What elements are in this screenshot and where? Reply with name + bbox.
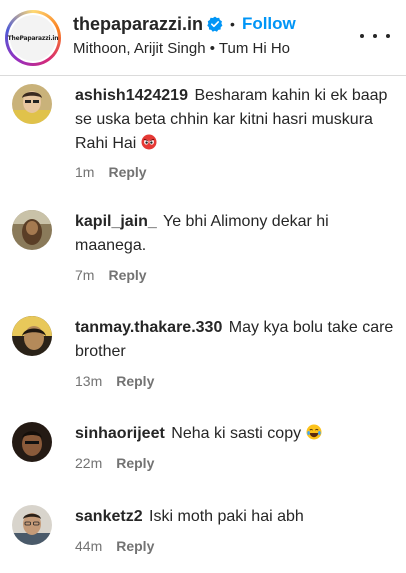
verified-badge-icon xyxy=(207,16,223,32)
laughing-tears-emoji-icon xyxy=(306,424,322,440)
comment-timestamp: 1m xyxy=(75,164,95,180)
profile-avatar[interactable]: ThePaparazzi.in xyxy=(5,10,61,66)
reply-button[interactable]: Reply xyxy=(116,373,154,389)
avatar-photo-icon xyxy=(12,84,52,124)
avatar-photo-icon xyxy=(12,316,52,356)
commenter-avatar[interactable] xyxy=(12,84,52,124)
header-title-row: thepaparazzi.in • Follow xyxy=(73,12,296,36)
comment-username[interactable]: kapil_jain_ xyxy=(75,213,157,230)
reply-button[interactable]: Reply xyxy=(108,164,146,180)
account-username[interactable]: thepaparazzi.in xyxy=(73,14,203,35)
comment-timestamp: 44m xyxy=(75,538,103,554)
reply-button[interactable]: Reply xyxy=(116,538,154,554)
reply-button[interactable]: Reply xyxy=(116,455,154,471)
avatar-photo-icon xyxy=(12,210,52,250)
commenter-avatar[interactable] xyxy=(12,505,52,545)
commenter-avatar[interactable] xyxy=(12,316,52,356)
avatar-photo-icon xyxy=(12,505,52,545)
comment-timestamp: 22m xyxy=(75,455,103,471)
reply-button[interactable]: Reply xyxy=(108,267,146,283)
angry-eyes-emoji-icon xyxy=(141,134,157,150)
commenter-avatar[interactable] xyxy=(12,422,52,462)
separator-dot: • xyxy=(230,16,235,32)
post-header: ThePaparazzi.in thepaparazzi.in • Follow… xyxy=(0,0,406,76)
comment-text: Iski moth paki hai abh xyxy=(149,508,304,525)
more-options-icon[interactable] xyxy=(360,26,390,46)
commenter-avatar[interactable] xyxy=(12,210,52,250)
comment-username[interactable]: sanketz2 xyxy=(75,508,143,525)
avatar-photo-icon xyxy=(12,422,52,462)
audio-attribution[interactable]: Mithoon, Arijit Singh • Tum Hi Ho xyxy=(73,40,290,57)
comment-timestamp: 13m xyxy=(75,373,103,389)
avatar-logo: ThePaparazzi.in xyxy=(8,15,59,61)
comment-username[interactable]: ashish1424219 xyxy=(75,87,188,104)
comment-timestamp: 7m xyxy=(75,267,95,283)
comment-text: Neha ki sasti copy xyxy=(171,425,302,442)
comment-username[interactable]: tanmay.thakare.330 xyxy=(75,319,222,336)
follow-button[interactable]: Follow xyxy=(242,14,296,34)
comment-username[interactable]: sinhaorijeet xyxy=(75,425,165,442)
